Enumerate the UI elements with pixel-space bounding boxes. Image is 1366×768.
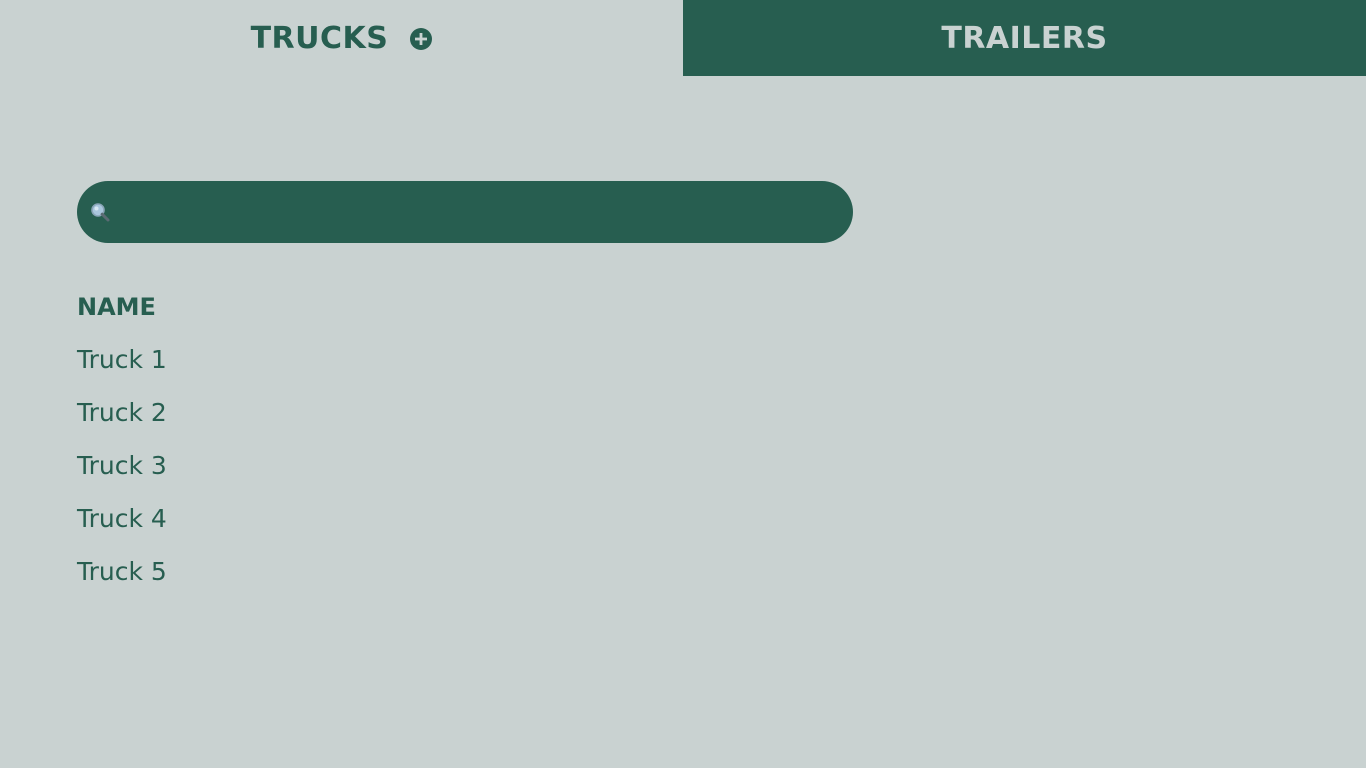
list-item[interactable]: Truck 3 xyxy=(77,447,677,500)
trucks-list: NAME Truck 1 Truck 2 Truck 3 Truck 4 Tru… xyxy=(77,288,677,606)
tab-bar: TRUCKS TRAILERS xyxy=(0,0,1366,76)
search-input[interactable] xyxy=(111,181,853,243)
column-header-name: NAME xyxy=(77,293,156,321)
tab-trucks[interactable]: TRUCKS xyxy=(0,0,683,76)
tab-trailers[interactable]: TRAILERS xyxy=(683,0,1366,76)
list-item[interactable]: Truck 5 xyxy=(77,553,677,606)
list-item[interactable]: Truck 4 xyxy=(77,500,677,553)
tab-trucks-label: TRUCKS xyxy=(250,20,389,56)
search-bar[interactable] xyxy=(77,181,853,243)
tab-trailers-label: TRAILERS xyxy=(941,20,1108,56)
add-truck-icon[interactable] xyxy=(410,28,433,50)
list-item[interactable]: Truck 1 xyxy=(77,341,677,394)
search-icon xyxy=(89,201,111,223)
list-item[interactable]: Truck 2 xyxy=(77,394,677,447)
